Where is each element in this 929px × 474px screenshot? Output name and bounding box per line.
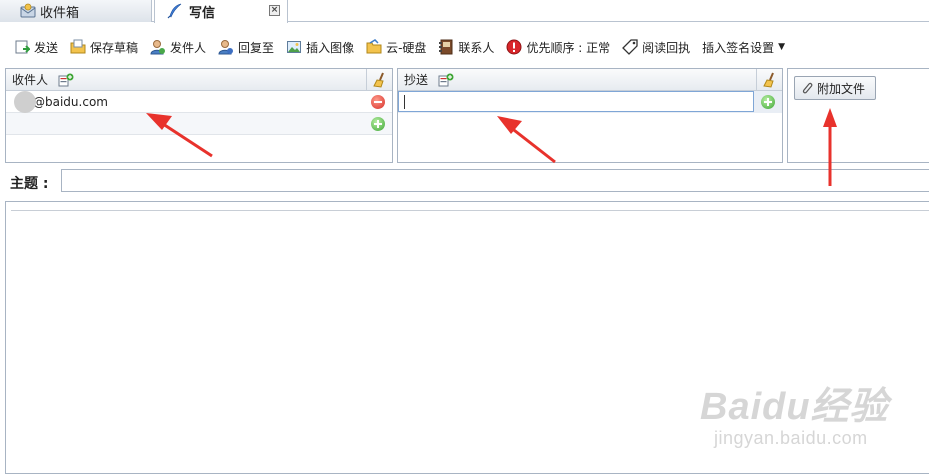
insert-image-label: 插入图像	[306, 40, 355, 55]
insert-image-button[interactable]: 插入图像	[280, 35, 360, 59]
cc-panel: 抄送	[397, 68, 783, 163]
send-label: 发送	[34, 40, 59, 55]
priority-label: 优先顺序 : 正常	[526, 40, 611, 55]
reply-to-button[interactable]: 回复至	[212, 35, 280, 59]
address-book-icon	[439, 39, 453, 55]
attachment-panel: 附加文件	[787, 68, 929, 163]
clear-recipients-button[interactable]	[366, 69, 392, 90]
cc-label: 抄送	[404, 73, 429, 87]
tab-inbox-label: 收件箱	[40, 5, 80, 21]
editor-divider	[11, 210, 929, 211]
subject-input[interactable]	[61, 169, 929, 192]
quill-icon	[167, 3, 182, 19]
cloud-drive-label: 云-硬盘	[386, 40, 427, 55]
send-icon	[15, 40, 30, 54]
tab-compose[interactable]: 写信 ×	[154, 0, 288, 23]
recipients-label: 收件人	[12, 73, 49, 87]
clear-cc-button[interactable]	[756, 69, 782, 90]
sender-label: 发件人	[170, 40, 207, 55]
subject-label: 主题 :	[10, 176, 49, 192]
chevron-down-icon: ▼	[778, 42, 786, 52]
contacts-label: 联系人	[458, 40, 495, 55]
inbox-icon	[20, 3, 36, 18]
broom-icon	[372, 72, 384, 88]
alert-icon	[506, 39, 522, 55]
image-icon	[287, 41, 302, 53]
attach-file-button[interactable]: 附加文件	[794, 76, 876, 100]
recipient-email: @baidu.com	[33, 94, 108, 109]
compose-window: 收件箱 写信 × 发送 保存草稿 发件人 回复至 插入图像 云-硬盘 联系人 优…	[0, 0, 929, 474]
cc-input[interactable]	[398, 91, 754, 112]
cc-header: 抄送	[398, 69, 782, 91]
recipients-header: 收件人	[6, 69, 392, 91]
read-receipt-label: 阅读回执	[642, 40, 691, 55]
recipient-row[interactable]: @baidu.com	[6, 90, 392, 113]
attach-file-label: 附加文件	[817, 81, 866, 96]
user-icon	[150, 40, 166, 55]
remove-recipient-button[interactable]	[371, 95, 385, 109]
recipient-empty-row[interactable]	[6, 113, 392, 135]
send-button[interactable]: 发送	[8, 35, 64, 59]
baidu-watermark: Baidu经验 jingyan.baidu.com	[700, 375, 889, 449]
tab-compose-label: 写信	[189, 6, 216, 21]
insert-signature-dropdown[interactable]: 插入签名设置 ▼	[696, 35, 791, 59]
contacts-button[interactable]: 联系人	[432, 35, 500, 59]
tag-icon	[622, 39, 638, 55]
broom-icon	[762, 72, 774, 88]
tab-close-button[interactable]: ×	[269, 5, 280, 16]
cloud-folder-icon	[366, 39, 382, 54]
add-cc-button[interactable]	[761, 95, 775, 109]
insert-signature-label: 插入签名设置	[702, 40, 775, 55]
user-reply-icon	[218, 40, 234, 55]
add-recipient-button[interactable]	[371, 117, 385, 131]
read-receipt-button[interactable]: 阅读回执	[616, 35, 696, 59]
watermark-main: Baidu经验	[700, 386, 889, 428]
redaction-blur	[14, 90, 36, 113]
paperclip-icon	[802, 82, 813, 94]
tab-bar: 收件箱 写信 ×	[0, 0, 929, 23]
cc-row	[398, 91, 782, 113]
save-draft-label: 保存草稿	[90, 40, 139, 55]
recipients-panel: 收件人 @baidu.com	[5, 68, 393, 163]
cloud-drive-button[interactable]: 云-硬盘	[360, 35, 432, 59]
add-contact-icon[interactable]	[438, 73, 454, 87]
save-draft-button[interactable]: 保存草稿	[64, 35, 144, 59]
folder-icon	[70, 39, 86, 54]
add-contact-icon[interactable]	[58, 73, 74, 87]
tab-inbox[interactable]: 收件箱	[0, 0, 152, 22]
watermark-sub: jingyan.baidu.com	[714, 428, 868, 448]
reply-to-label: 回复至	[238, 40, 275, 55]
text-cursor	[404, 95, 405, 109]
priority-dropdown[interactable]: 优先顺序 : 正常	[500, 35, 616, 59]
sender-button[interactable]: 发件人	[144, 35, 212, 59]
compose-toolbar: 发送 保存草稿 发件人 回复至 插入图像 云-硬盘 联系人 优先顺序: 正常 …	[0, 32, 929, 62]
